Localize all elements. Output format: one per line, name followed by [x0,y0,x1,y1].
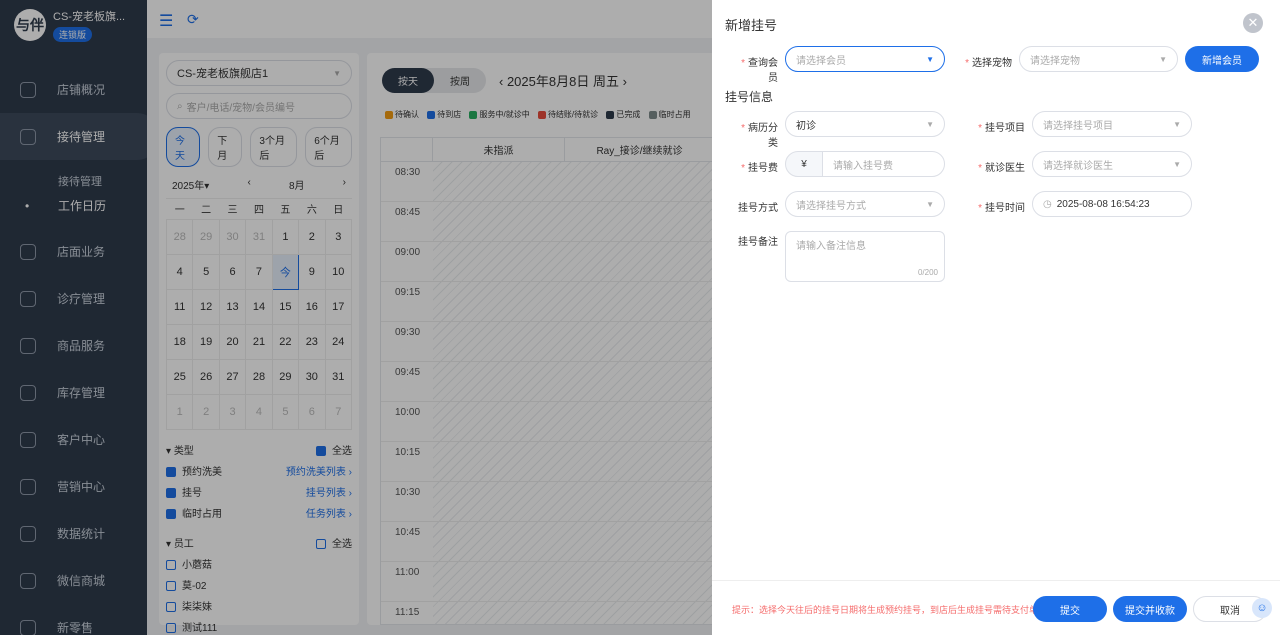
time-label: * 挂号时间 [978,203,1025,214]
doctor-placeholder: 请选择就诊医生 [1043,160,1113,172]
caret-down-icon: ▼ [926,199,934,209]
note-placeholder: 请输入备注信息 [796,241,866,252]
chat-icon[interactable]: ☺ [1252,598,1272,618]
label-text: 挂号费 [748,163,778,174]
doctor-label: * 就诊医生 [978,163,1025,174]
item-select[interactable]: 请选择挂号项目 ▼ [1032,111,1192,137]
drawer-footer: 提示：选择今天往后的挂号日期将生成预约挂号，到店后生成挂号需待支付单据 提交 提… [712,580,1280,635]
modal-overlay[interactable] [0,0,712,635]
pet-label: * 选择宠物 [965,58,1012,69]
time-value: 2025-08-08 16:54:23 [1056,198,1150,210]
caret-down-icon: ▼ [1173,159,1181,169]
tip-text: 提示：选择今天往后的挂号日期将生成预约挂号，到店后生成挂号需待支付单据 [732,605,1048,615]
time-picker[interactable]: ◷ 2025-08-08 16:54:23 [1032,191,1192,217]
label-text: 就诊医生 [985,163,1025,174]
method-select[interactable]: 请选择挂号方式 ▼ [785,191,945,217]
fee-placeholder: 请输入挂号费 [833,160,893,172]
caret-down-icon: ▼ [926,119,934,129]
member-select[interactable]: 请选择会员 ▼ [785,46,945,72]
close-icon[interactable]: ✕ [1243,13,1263,33]
label-text: 挂号项目 [985,123,1025,134]
method-label: 挂号方式 [738,203,778,214]
doctor-select[interactable]: 请选择就诊医生 ▼ [1032,151,1192,177]
caret-down-icon: ▼ [1173,119,1181,129]
caret-down-icon: ▼ [1159,54,1167,64]
method-placeholder: 请选择挂号方式 [796,200,866,212]
add-member-button[interactable]: 新增会员 [1185,46,1259,72]
pet-placeholder: 请选择宠物 [1030,55,1080,67]
case-label: * 病历分类 [741,123,778,149]
drawer-title: 新增挂号 [725,18,778,33]
member-label: * 查询会员 [741,58,778,84]
note-label: 挂号备注 [738,237,778,248]
clock-icon: ◷ [1043,198,1052,210]
label-text: 查询会员 [748,58,778,84]
label-text: 挂号时间 [985,203,1025,214]
case-value: 初诊 [796,120,816,132]
member-placeholder: 请选择会员 [796,55,846,67]
fee-input[interactable]: 请输入挂号费 [822,151,945,177]
case-select[interactable]: 初诊 ▼ [785,111,945,137]
note-char-count: 0/200 [917,268,938,277]
caret-down-icon: ▼ [926,54,934,64]
item-placeholder: 请选择挂号项目 [1043,120,1113,132]
label-text: 病历分类 [748,123,778,149]
submit-and-pay-button[interactable]: 提交并收款 [1113,596,1187,622]
currency-prefix: ¥ [785,151,823,177]
submit-button[interactable]: 提交 [1033,596,1107,622]
item-label: * 挂号项目 [978,123,1025,134]
fee-label: * 挂号费 [741,163,778,174]
pet-select[interactable]: 请选择宠物 ▼ [1019,46,1178,72]
new-registration-drawer: 新增挂号 ✕ * 查询会员 请选择会员 ▼ * 选择宠物 请选择宠物 ▼ 新增会员 挂号… [712,0,1280,635]
label-text: 选择宠物 [972,58,1012,69]
section-title: 挂号信息 [725,90,774,104]
note-textarea[interactable]: 请输入备注信息 0/200 [785,231,945,282]
